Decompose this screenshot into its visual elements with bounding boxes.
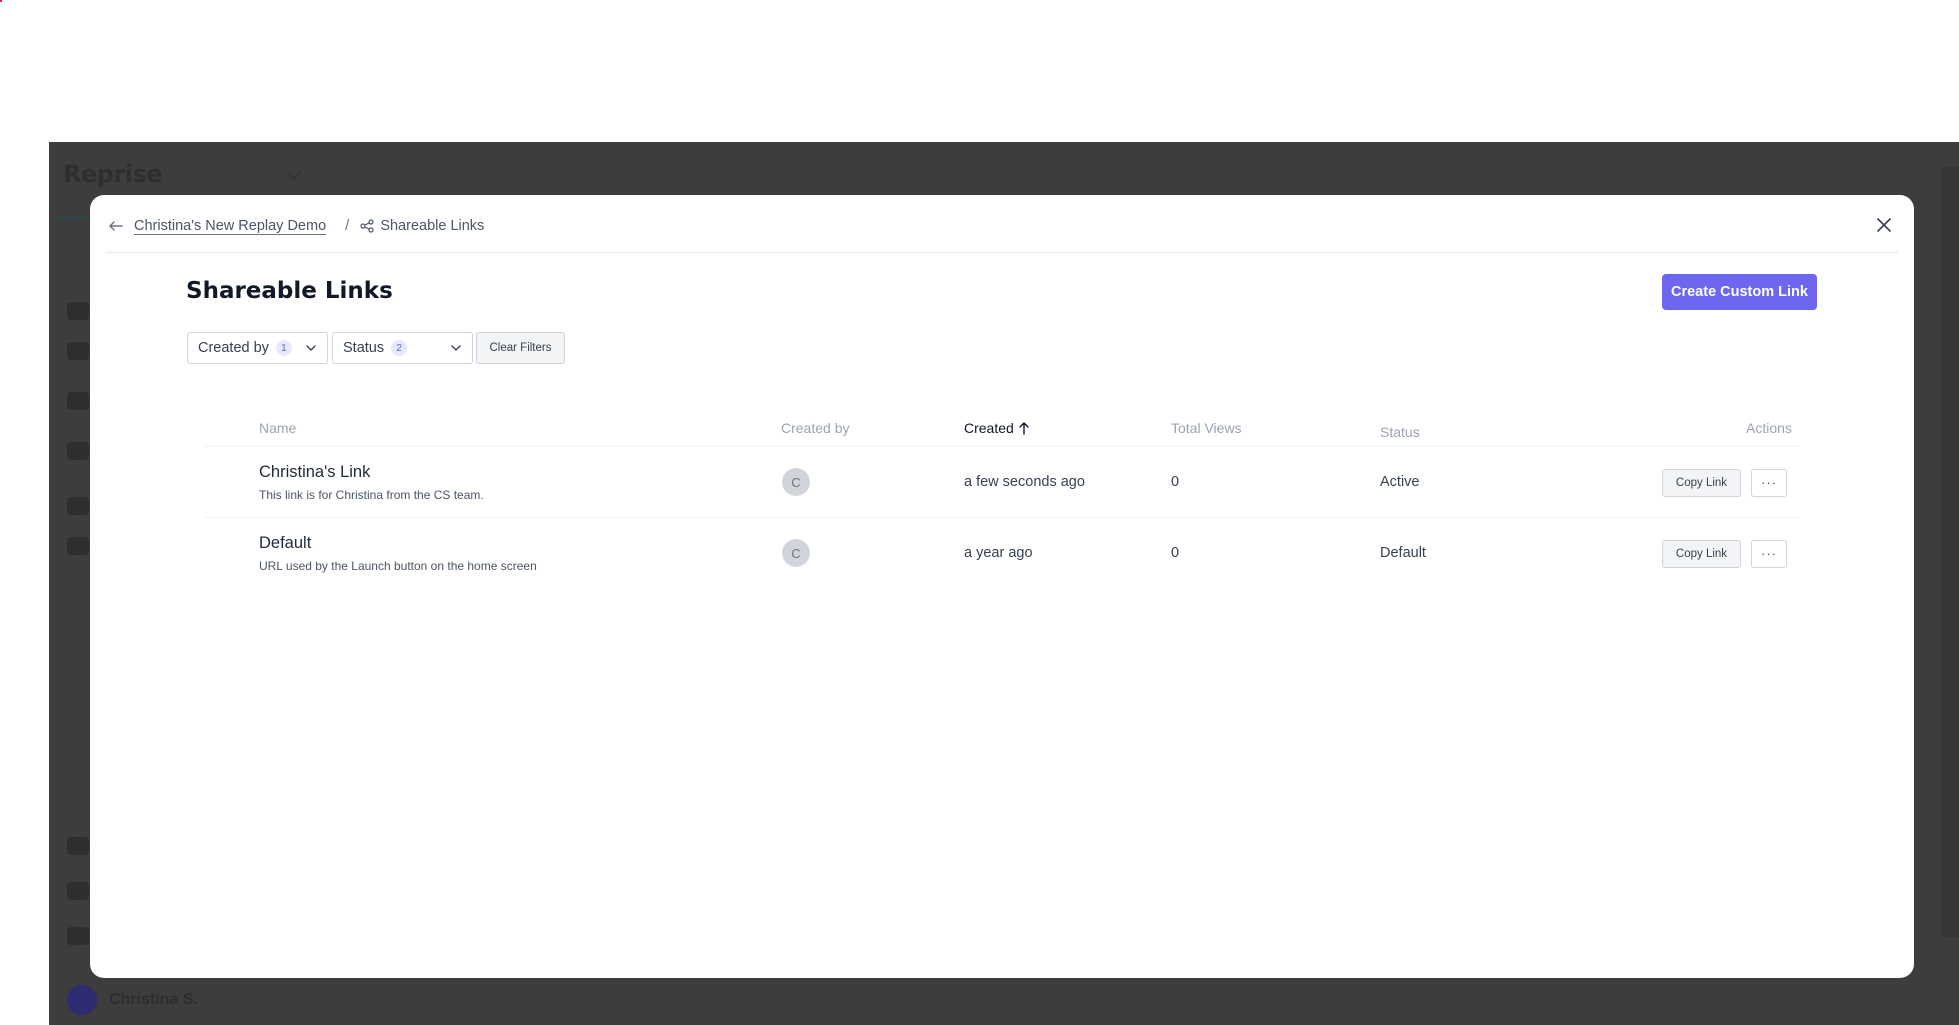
back-arrow-icon[interactable] [108, 218, 124, 234]
column-header-total-views[interactable]: Total Views [1171, 420, 1242, 436]
more-actions-button[interactable]: ··· [1751, 469, 1787, 497]
nav-icon [67, 837, 89, 855]
column-header-name[interactable]: Name [259, 420, 296, 436]
status-filter[interactable]: Status 2 [332, 332, 473, 364]
created-by-filter[interactable]: Created by 1 [187, 332, 328, 364]
nav-icon [67, 497, 89, 515]
chevron-down-icon [306, 345, 316, 351]
column-header-actions: Actions [1746, 420, 1792, 436]
app-logo-text: Reprise [63, 160, 163, 188]
column-header-created-label: Created [964, 420, 1014, 436]
link-name[interactable]: Christina's Link [259, 463, 370, 482]
status-text: Default [1380, 545, 1426, 561]
created-time: a few seconds ago [964, 474, 1085, 490]
user-name: Christina S. [109, 991, 198, 1008]
status-filter-count: 2 [391, 340, 408, 356]
nav-icon [67, 927, 89, 945]
create-custom-link-button[interactable]: Create Custom Link [1662, 274, 1817, 310]
share-icon [360, 218, 374, 233]
link-description: This link is for Christina from the CS t… [259, 488, 484, 502]
created-time: a year ago [964, 545, 1033, 561]
table-divider [205, 517, 1800, 518]
status-text: Active [1380, 474, 1420, 490]
status-filter-label: Status [343, 340, 385, 356]
breadcrumb-separator: / [345, 217, 350, 234]
shareable-links-modal: Christina's New Replay Demo / Shareable … [90, 195, 1914, 978]
total-views: 0 [1171, 545, 1180, 561]
modal-header: Christina's New Replay Demo / Shareable … [106, 195, 1898, 253]
column-header-created-by[interactable]: Created by [781, 420, 849, 436]
corner-marker [0, 0, 2, 2]
copy-link-button[interactable]: Copy Link [1662, 540, 1741, 568]
chevron-down-icon [451, 345, 461, 351]
nav-icon [67, 342, 89, 360]
total-views: 0 [1171, 474, 1180, 490]
created-by-filter-count: 1 [275, 340, 292, 356]
creator-avatar: C [782, 539, 810, 567]
close-icon[interactable] [1874, 215, 1894, 235]
nav-icon [67, 392, 89, 410]
column-header-status[interactable]: Status [1380, 424, 1420, 440]
page-title: Shareable Links [186, 278, 393, 304]
column-header-created[interactable]: Created [964, 420, 1030, 436]
table-divider [205, 446, 1800, 447]
nav-icon [67, 302, 89, 320]
user-avatar [67, 985, 97, 1015]
created-by-filter-label: Created by [198, 340, 269, 356]
app-logo: Reprise [63, 160, 163, 188]
nav-icon [67, 882, 89, 900]
background-scrollbar [1941, 167, 1959, 937]
creator-avatar: C [782, 468, 810, 496]
clear-filters-button[interactable]: Clear Filters [476, 332, 565, 364]
nav-icon [67, 442, 89, 460]
copy-link-button[interactable]: Copy Link [1662, 469, 1741, 497]
nav-icon [67, 537, 89, 555]
link-name[interactable]: Default [259, 534, 311, 553]
chevron-down-icon [286, 165, 302, 181]
breadcrumb-parent-link[interactable]: Christina's New Replay Demo [134, 218, 326, 234]
link-description: URL used by the Launch button on the hom… [259, 559, 537, 573]
arrow-up-icon [1019, 422, 1029, 435]
breadcrumb-current: Shareable Links [380, 217, 485, 234]
more-actions-button[interactable]: ··· [1751, 540, 1787, 568]
